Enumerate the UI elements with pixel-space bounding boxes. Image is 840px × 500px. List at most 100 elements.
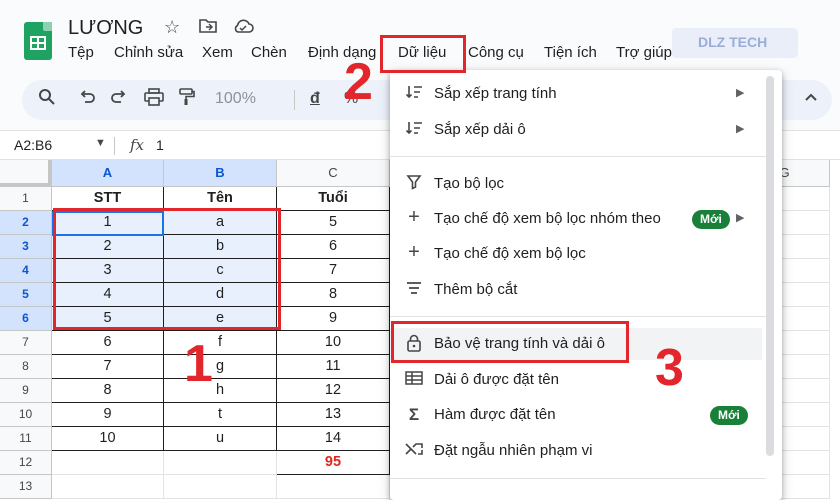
table-cell[interactable] (782, 355, 830, 379)
menu-item-sort-range[interactable]: Sắp xếp dải ô ▶ (390, 114, 762, 146)
table-cell[interactable] (782, 475, 830, 499)
menu-help[interactable]: Trợ giúp (616, 44, 672, 61)
table-cell[interactable] (782, 427, 830, 451)
paint-format-icon[interactable] (178, 88, 196, 111)
row-header[interactable]: 6 (0, 307, 52, 331)
table-cell[interactable] (782, 379, 830, 403)
row-header[interactable]: 3 (0, 235, 52, 259)
row-header[interactable]: 7 (0, 331, 52, 355)
menu-item-label: Hàm được đặt tên (434, 406, 556, 423)
row-header[interactable]: 8 (0, 355, 52, 379)
redo-icon[interactable] (110, 88, 128, 111)
table-cell[interactable] (782, 331, 830, 355)
table-cell[interactable]: g (164, 355, 277, 379)
table-cell[interactable] (52, 475, 164, 499)
table-cell[interactable]: 14 (277, 427, 390, 451)
table-cell[interactable]: 6 (277, 235, 390, 259)
row-header[interactable]: 4 (0, 259, 52, 283)
table-cell[interactable]: h (164, 379, 277, 403)
folder-move-icon[interactable] (198, 17, 218, 40)
star-icon[interactable]: ☆ (164, 17, 180, 38)
table-cell[interactable]: 6 (52, 331, 164, 355)
menu-view[interactable]: Xem (202, 44, 233, 61)
menu-item-create-filter-view[interactable]: + Tạo chế độ xem bộ lọc (390, 238, 762, 270)
menu-extensions[interactable]: Tiện ích (544, 44, 597, 61)
table-cell[interactable]: 10 (277, 331, 390, 355)
table-cell[interactable] (277, 475, 390, 499)
row-header[interactable]: 13 (0, 475, 52, 499)
row-header[interactable]: 12 (0, 451, 52, 475)
table-cell[interactable] (164, 451, 277, 475)
menu-item-label: Sắp xếp dải ô (434, 121, 526, 138)
chevron-up-icon[interactable] (804, 90, 818, 107)
table-cell[interactable] (782, 235, 830, 259)
table-cell[interactable] (782, 307, 830, 331)
select-all-corner[interactable] (0, 160, 52, 187)
row-header[interactable]: 10 (0, 403, 52, 427)
table-cell[interactable] (782, 403, 830, 427)
table-cell[interactable]: 7 (277, 259, 390, 283)
column-header-a[interactable]: A (52, 160, 164, 187)
undo-icon[interactable] (78, 88, 96, 111)
table-cell[interactable]: Tuổi (277, 187, 390, 211)
table-cell[interactable]: 10 (52, 427, 164, 451)
table-cell[interactable] (782, 187, 830, 211)
shuffle-icon (404, 441, 424, 462)
menu-item-create-filter[interactable]: Tạo bộ lọc (390, 168, 762, 200)
menu-divider (390, 478, 766, 479)
menu-item-randomize-range[interactable]: Đặt ngẫu nhiên phạm vi (390, 435, 762, 467)
annotation-protect-box (391, 321, 629, 363)
column-header-b[interactable]: B (164, 160, 277, 187)
table-cell[interactable]: 5 (277, 211, 390, 235)
row-header[interactable]: 11 (0, 427, 52, 451)
menu-item-add-slicer[interactable]: Thêm bộ cắt (390, 274, 762, 306)
plus-icon: + (408, 241, 420, 263)
table-cell[interactable]: 95 (277, 451, 390, 475)
sheets-logo-icon[interactable] (24, 22, 52, 60)
menu-item-sort-sheet[interactable]: Sắp xếp trang tính ▶ (390, 78, 762, 110)
menu-tools[interactable]: Công cụ (468, 44, 524, 61)
table-cell[interactable]: 13 (277, 403, 390, 427)
menu-item-named-ranges[interactable]: Dải ô được đặt tên (390, 364, 762, 396)
table-cell[interactable] (782, 259, 830, 283)
menu-edit[interactable]: Chỉnh sửa (114, 44, 183, 61)
table-cell[interactable]: u (164, 427, 277, 451)
cloud-status-icon[interactable] (232, 17, 254, 40)
table-cell[interactable]: 9 (277, 307, 390, 331)
search-icon[interactable] (38, 88, 56, 111)
table-cell[interactable] (52, 451, 164, 475)
menu-scrollbar[interactable] (766, 76, 774, 456)
chevron-down-icon[interactable]: ▼ (95, 137, 106, 149)
named-range-icon (404, 370, 424, 391)
table-cell[interactable]: 7 (52, 355, 164, 379)
table-cell[interactable] (782, 451, 830, 475)
data-menu-dropdown: Sắp xếp trang tính ▶ Sắp xếp dải ô ▶ Tạo… (390, 70, 782, 500)
table-cell[interactable]: 9 (52, 403, 164, 427)
table-cell[interactable]: 11 (277, 355, 390, 379)
formula-input[interactable]: 1 (156, 137, 164, 153)
menu-file[interactable]: Tệp (68, 44, 94, 61)
row-header[interactable]: 9 (0, 379, 52, 403)
name-box[interactable]: A2:B6 (14, 137, 52, 153)
table-cell[interactable]: t (164, 403, 277, 427)
print-icon[interactable] (144, 88, 164, 111)
table-cell[interactable] (164, 475, 277, 499)
menu-item-named-functions[interactable]: Σ Hàm được đặt tên Mới (390, 399, 762, 431)
document-title[interactable]: LƯƠNG (68, 17, 143, 40)
table-cell[interactable] (782, 211, 830, 235)
menu-item-group-filter-view[interactable]: + Tạo chế độ xem bộ lọc nhóm theo Mới ▶ (390, 203, 762, 235)
column-header-c[interactable]: C (277, 160, 390, 187)
row-header[interactable]: 2 (0, 211, 52, 235)
table-cell[interactable]: 8 (52, 379, 164, 403)
filter-icon (404, 174, 424, 195)
currency-format-button[interactable]: đ (310, 90, 320, 108)
table-cell[interactable]: 8 (277, 283, 390, 307)
table-cell[interactable]: 12 (277, 379, 390, 403)
row-header[interactable]: 1 (0, 187, 52, 211)
row-header[interactable]: 5 (0, 283, 52, 307)
zoom-select[interactable]: 100% (215, 90, 256, 108)
menu-insert[interactable]: Chèn (251, 44, 287, 61)
table-cell[interactable] (782, 283, 830, 307)
annotation-data-menu-box (380, 35, 466, 73)
table-cell[interactable]: f (164, 331, 277, 355)
